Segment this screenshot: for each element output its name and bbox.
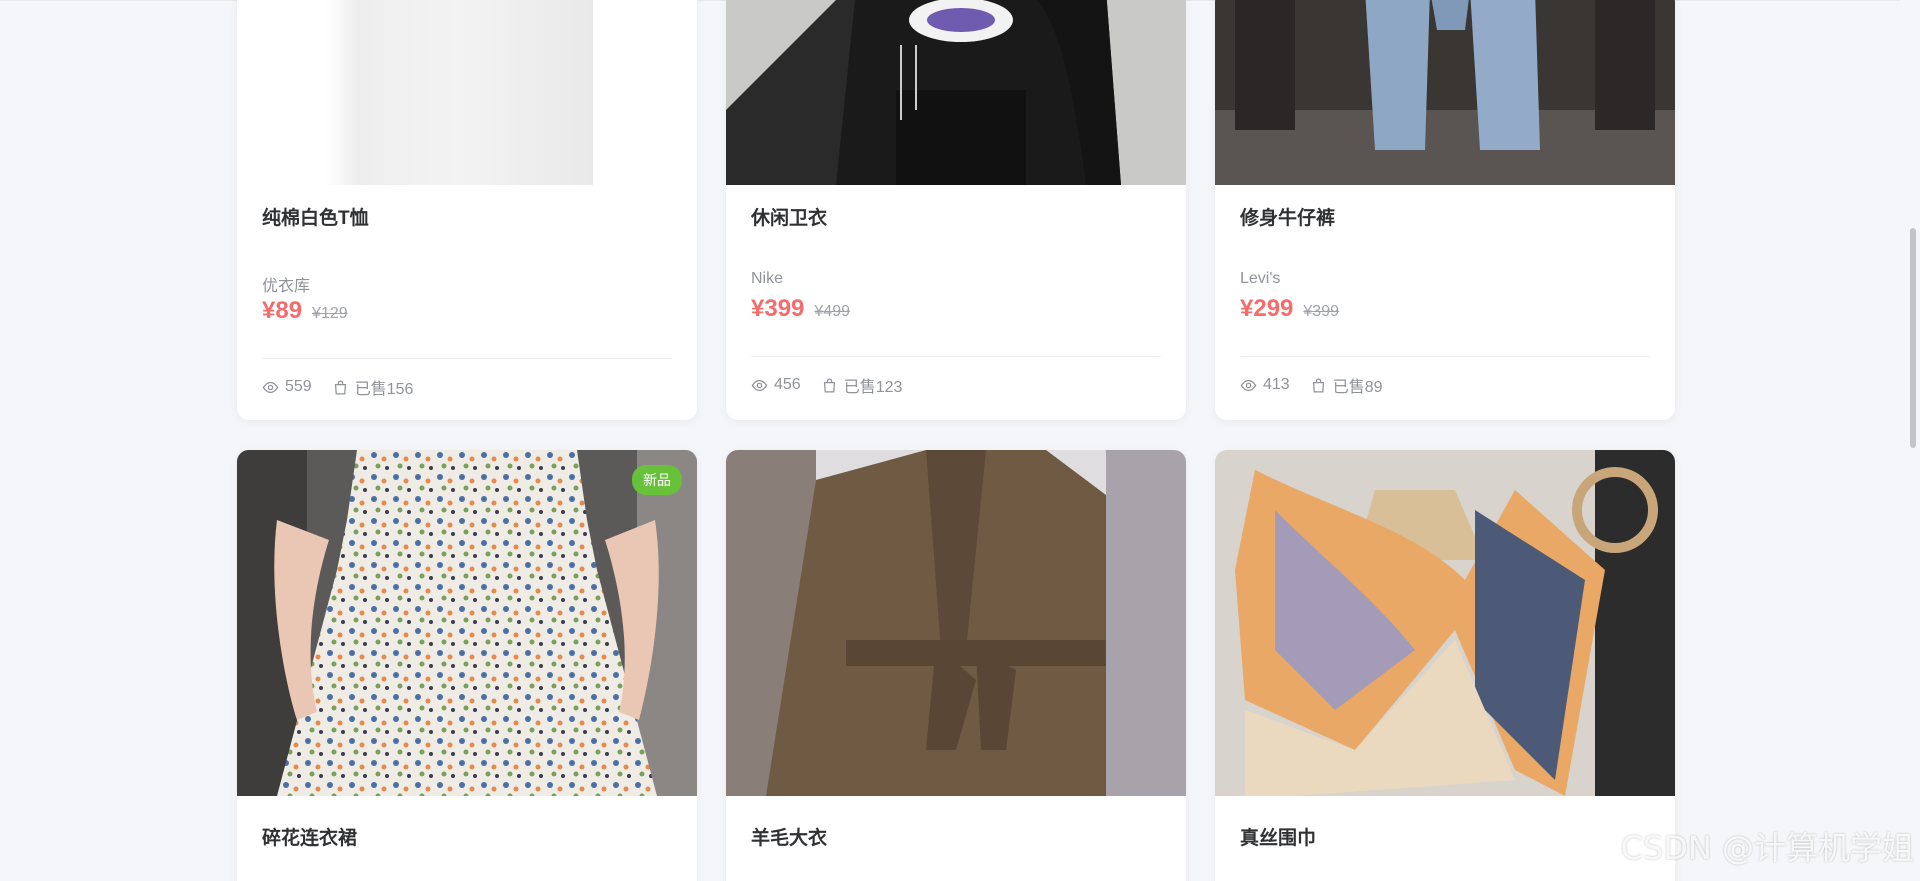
product-name[interactable]: 休闲卫衣 — [751, 203, 827, 230]
shopping-bag-icon — [1312, 378, 1324, 393]
price-row: ¥399 ¥499 — [751, 295, 850, 323]
views-stat: 559 — [262, 378, 312, 396]
product-name[interactable]: 纯棉白色T恤 — [262, 203, 369, 230]
product-stats: 559 已售156 — [262, 375, 425, 399]
product-card[interactable]: 休闲卫衣 Nike ¥399 ¥499 456 已售123 — [726, 0, 1186, 420]
eye-icon — [1240, 379, 1257, 391]
eye-icon — [262, 381, 279, 393]
views-count: 456 — [774, 376, 801, 393]
product-brand: Levi's — [1240, 270, 1281, 287]
product-brand: 优衣库 — [262, 278, 311, 295]
product-name[interactable]: 真丝围巾 — [1240, 823, 1316, 850]
views-count: 413 — [1263, 376, 1290, 393]
shopping-bag-icon — [334, 380, 346, 395]
sold-stat: 已售89 — [1310, 373, 1383, 397]
product-original-price: ¥399 — [1303, 303, 1339, 320]
price-row: ¥299 ¥399 — [1240, 295, 1339, 323]
product-price: ¥399 — [751, 295, 805, 322]
product-name[interactable]: 修身牛仔裤 — [1240, 203, 1335, 230]
vertical-scrollbar[interactable] — [1906, 0, 1920, 881]
eye-icon — [751, 379, 768, 391]
product-price: ¥299 — [1240, 295, 1294, 322]
views-stat: 456 — [751, 376, 801, 394]
product-image-wool-coat[interactable] — [726, 450, 1186, 796]
product-image-black-hoodie[interactable] — [726, 0, 1186, 185]
divider — [1240, 356, 1650, 357]
product-name[interactable]: 羊毛大衣 — [751, 823, 827, 850]
watermark: CSDN @计算机学姐 — [1620, 829, 1914, 867]
product-original-price: ¥499 — [814, 303, 850, 320]
product-card[interactable]: 修身牛仔裤 Levi's ¥299 ¥399 413 已售89 — [1215, 0, 1675, 420]
new-badge: 新品 — [632, 465, 682, 495]
product-image-floral-dress[interactable]: 新品 — [237, 450, 697, 796]
shopping-bag-icon — [823, 378, 835, 393]
product-image-silk-scarf[interactable] — [1215, 450, 1675, 796]
product-original-price: ¥129 — [312, 305, 348, 322]
product-card[interactable]: 羊毛大衣 — [726, 450, 1186, 881]
product-card[interactable]: 真丝围巾 — [1215, 450, 1675, 881]
price-row: ¥89 ¥129 — [262, 297, 348, 325]
product-stats: 413 已售89 — [1240, 373, 1395, 397]
product-price: ¥89 — [262, 297, 303, 324]
scrollbar-thumb[interactable] — [1910, 228, 1916, 448]
sold-count: 已售89 — [1332, 379, 1383, 396]
sold-stat: 已售156 — [332, 375, 414, 399]
sold-count: 已售123 — [843, 379, 903, 396]
product-image-white-tshirt[interactable] — [237, 0, 697, 185]
views-stat: 413 — [1240, 376, 1290, 394]
product-card[interactable]: 新品 碎花连衣裙 — [237, 450, 697, 881]
divider — [262, 358, 672, 359]
sold-count: 已售156 — [354, 381, 414, 398]
product-card[interactable]: 纯棉白色T恤 优衣库 ¥89 ¥129 559 已售156 — [237, 0, 697, 420]
product-image-blue-jeans[interactable] — [1215, 0, 1675, 185]
product-stats: 456 已售123 — [751, 373, 914, 397]
sold-stat: 已售123 — [821, 373, 903, 397]
divider — [751, 356, 1161, 357]
product-brand: Nike — [751, 270, 784, 287]
views-count: 559 — [285, 378, 312, 395]
product-name[interactable]: 碎花连衣裙 — [262, 823, 357, 850]
